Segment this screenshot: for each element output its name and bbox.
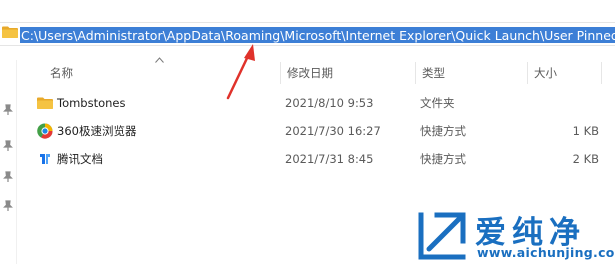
column-header-type-label: 类型 xyxy=(422,66,445,80)
file-row-tencent-docs[interactable]: 腾讯文档 2021/7/31 8:45 快捷方式 2 KB xyxy=(17,146,615,172)
sort-ascending-icon xyxy=(155,57,164,63)
file-type: 快捷方式 xyxy=(420,124,466,138)
column-header-size-label: 大小 xyxy=(534,66,557,80)
file-name[interactable]: Tombstones xyxy=(57,90,126,116)
column-header-name-label: 名称 xyxy=(50,66,73,80)
column-header-row: 名称 修改日期 类型 大小 xyxy=(17,56,615,90)
folder-icon xyxy=(2,26,18,38)
tencent-docs-icon xyxy=(38,152,52,166)
column-header-size[interactable]: 大小 xyxy=(528,56,602,90)
file-row-tombstones[interactable]: Tombstones 2021/8/10 9:53 文件夹 xyxy=(17,90,615,116)
column-header-modified[interactable]: 修改日期 xyxy=(281,56,416,90)
address-path[interactable]: C:\Users\Administrator\AppData\Roaming\M… xyxy=(20,27,615,43)
file-name[interactable]: 360极速浏览器 xyxy=(57,118,136,144)
file-size: 1 KB xyxy=(572,124,599,138)
watermark-url: www.aichunjing.com xyxy=(477,245,615,260)
pin-icon[interactable] xyxy=(3,171,13,183)
column-header-type[interactable]: 类型 xyxy=(416,56,528,90)
360-browser-icon xyxy=(37,123,53,139)
address-bar[interactable]: C:\Users\Administrator\AppData\Roaming\M… xyxy=(0,22,615,46)
column-header-modified-label: 修改日期 xyxy=(287,66,333,80)
pin-icon[interactable] xyxy=(3,140,13,152)
file-type: 文件夹 xyxy=(420,96,455,110)
file-modified: 2021/7/31 8:45 xyxy=(285,152,374,166)
folder-icon xyxy=(37,97,53,109)
file-row-360-browser[interactable]: 360极速浏览器 2021/7/30 16:27 快捷方式 1 KB xyxy=(17,118,615,144)
pin-icon[interactable] xyxy=(3,200,13,212)
file-modified: 2021/8/10 9:53 xyxy=(285,96,374,110)
file-size: 2 KB xyxy=(572,152,599,166)
aichunjing-logo-icon xyxy=(418,212,466,260)
file-modified: 2021/7/30 16:27 xyxy=(285,124,381,138)
file-name[interactable]: 腾讯文档 xyxy=(57,146,103,172)
column-separator[interactable] xyxy=(601,62,602,84)
pin-icon[interactable] xyxy=(3,104,13,116)
file-type: 快捷方式 xyxy=(420,152,466,166)
watermark: 爱纯净 www.aichunjing.com xyxy=(415,205,615,264)
